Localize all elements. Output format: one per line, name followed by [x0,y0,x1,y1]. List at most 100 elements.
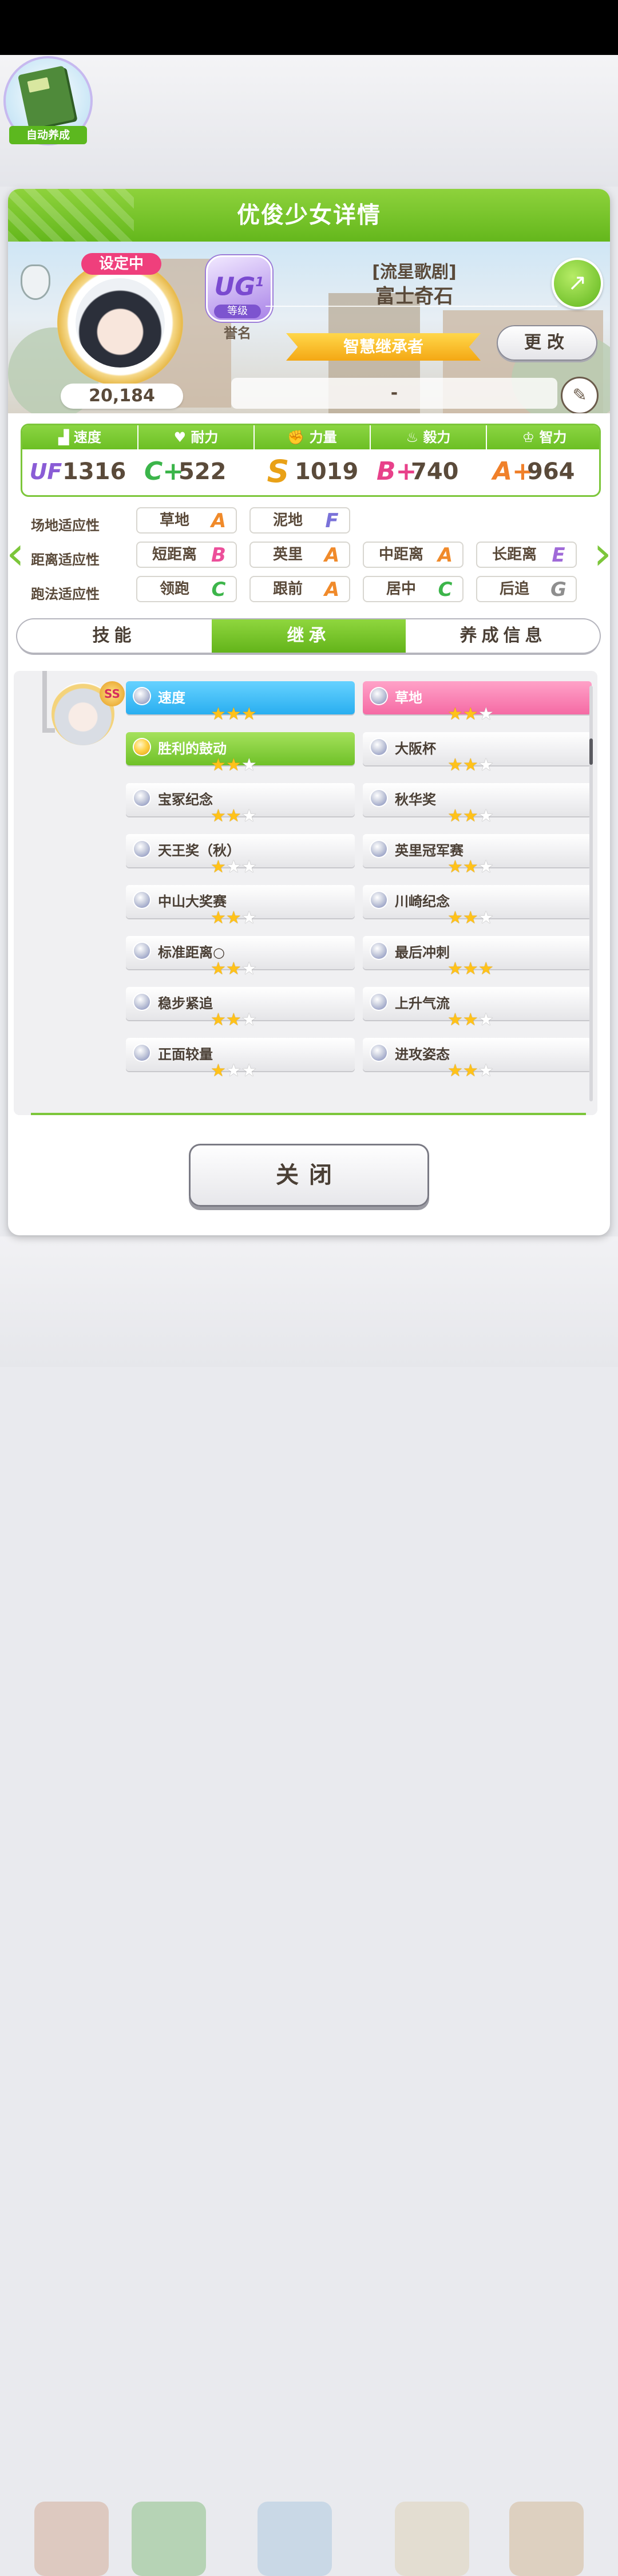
stat-wisdom-header: ♔ 智力 [487,425,599,449]
star-filled-icon: ★ [447,1010,463,1030]
character-epithet: [流星歌剧] [372,262,457,282]
stat-wisdom-value: 964 [527,459,575,485]
stat-power-value: 1019 [295,459,359,485]
star-empty-icon: ★ [478,857,494,877]
stat-stamina: ♥ 耐力 C+ 522 [138,425,253,495]
star-empty-icon: ★ [478,1010,494,1030]
star-filled-icon: ★ [447,908,463,928]
tab-inherit[interactable]: 继承 [212,619,406,653]
apt-turf-grade: A [211,509,227,532]
track-aptitude-label: 场地适应性 [31,517,100,534]
tab-training-info[interactable]: 养成信息 [406,619,600,653]
previous-arrow-icon[interactable]: ‹ [2,529,29,578]
stat-wisdom: ♔ 智力 A+ 964 [487,425,599,495]
stat-guts: ♨ 毅力 B+ 740 [371,425,486,495]
factor-item[interactable]: 进攻姿态 ★★★ [363,1034,592,1080]
apt-cell-medium: 中距离 A [363,542,464,568]
star-filled-icon: ★ [462,908,478,928]
factor-stars: ★★★ [211,756,274,775]
apt-cell-pace: 跟前 A [249,576,350,602]
edit-comment-button[interactable]: ✎ [561,377,599,413]
star-filled-icon: ★ [447,755,463,775]
factor-orb-icon [134,688,150,704]
stats-panel: ▟ 速度 UF 1316 ♥ 耐力 C+ 522 ✊ 力量 S 1019 ♨ 毅… [21,424,601,497]
rank-note: 誉名 [224,325,251,341]
scrollbar-thumb[interactable] [589,738,593,765]
apt-mile-grade: A [324,544,340,567]
factor-item[interactable]: 大阪杯 ★★★ [363,729,592,775]
background-building-icon [258,2502,332,2576]
shoe-icon: ▟ [58,429,74,445]
style-aptitude-label: 跑法适应性 [31,586,100,602]
title-ribbon: 智慧继承者 [286,333,481,361]
star-filled-icon: ★ [447,857,463,877]
star-filled-icon: ★ [225,959,241,979]
stat-stamina-value: 522 [179,459,227,485]
apt-pace-name: 跟前 [272,580,303,598]
apt-end-grade: G [550,578,566,601]
character-name: 富士奇石 [375,285,453,308]
factor-stars: ★★★ [211,858,274,876]
profile-header: 设定中 20,184 UG1 等级 誉名 [流星歌剧] 富士奇石 智慧继承者 ↗… [8,242,610,413]
apt-medium-name: 中距离 [378,546,423,563]
close-button[interactable]: 关闭 [189,1144,429,1207]
umamusume-detail-dialog: 优俊少女详情 设定中 20,184 UG1 等级 誉名 [流星歌剧] 富士奇石 … [8,189,610,1235]
factor-orb-icon [371,1045,387,1061]
star-filled-icon: ★ [462,857,478,877]
factor-item[interactable]: 标准距离○ ★★★ [126,933,355,978]
star-filled-icon: ★ [462,959,478,979]
setting-badge: 设定中 [81,253,161,275]
dialog-title: 优俊少女详情 [237,202,381,228]
star-filled-icon: ★ [225,1010,241,1030]
stat-speed-grade: UF [29,459,62,484]
factor-item[interactable]: 英里冠军赛 ★★★ [363,831,592,876]
star-filled-icon: ★ [211,1061,226,1081]
stat-guts-grade: B+ [377,457,417,486]
stat-power-header: ✊ 力量 [255,425,370,449]
factor-item[interactable]: 上升气流 ★★★ [363,983,592,1029]
distance-aptitude-label: 距离适应性 [31,552,100,568]
factor-item[interactable]: 草地 ★★★ [363,678,592,724]
factor-item[interactable]: 最后冲刺 ★★★ [363,933,592,978]
share-button[interactable]: ↗ [552,258,603,309]
heart-icon: ♥ [173,429,191,445]
star-filled-icon: ★ [225,704,241,724]
stat-wisdom-grade: A+ [493,457,533,486]
factor-orb-icon [134,1045,150,1061]
status-bar [0,0,618,55]
apt-cell-mile: 英里 A [249,542,350,568]
factor-item[interactable]: 稳步紧追 ★★★ [126,983,355,1029]
book-icon [17,65,76,129]
muscle-icon: ✊ [287,429,310,445]
star-filled-icon: ★ [225,806,241,826]
carrot-icon[interactable] [21,264,50,300]
change-button[interactable]: 更改 [497,325,597,361]
apt-dirt-grade: F [325,509,339,532]
rank-label: 等级 [214,305,261,318]
star-filled-icon: ★ [211,908,226,928]
factor-item[interactable]: 川崎纪念 ★★★ [363,882,592,927]
factor-item[interactable]: 胜利的鼓动 ★★★ [126,729,355,775]
apt-cell-front: 领跑 C [136,576,237,602]
factor-item[interactable]: 速度 ★★★ [126,678,355,724]
factor-item[interactable]: 天王奖（秋） ★★★ [126,831,355,876]
factor-orb-icon [371,943,387,959]
factor-item[interactable]: 中山大奖赛 ★★★ [126,882,355,927]
character-avatar[interactable] [57,260,183,386]
star-filled-icon: ★ [462,755,478,775]
mortarboard-icon: ♔ [522,429,540,445]
factor-orb-icon [134,739,150,755]
factor-item[interactable]: 秋华奖 ★★★ [363,780,592,825]
star-empty-icon: ★ [241,857,257,877]
next-arrow-icon[interactable]: › [589,529,616,578]
apt-cell-end: 后追 G [476,576,577,602]
background-book-icon [132,2502,206,2576]
apt-end-name: 后追 [499,580,529,598]
stat-speed-header: ▟ 速度 [22,425,137,449]
tab-skills[interactable]: 技能 [17,619,211,653]
factor-item[interactable]: 宝冢纪念 ★★★ [126,780,355,825]
background-character-icon [34,2502,109,2576]
star-empty-icon: ★ [241,1061,257,1081]
factor-item[interactable]: 正面较量 ★★★ [126,1034,355,1080]
auto-train-button[interactable]: 自动养成 [3,56,93,145]
